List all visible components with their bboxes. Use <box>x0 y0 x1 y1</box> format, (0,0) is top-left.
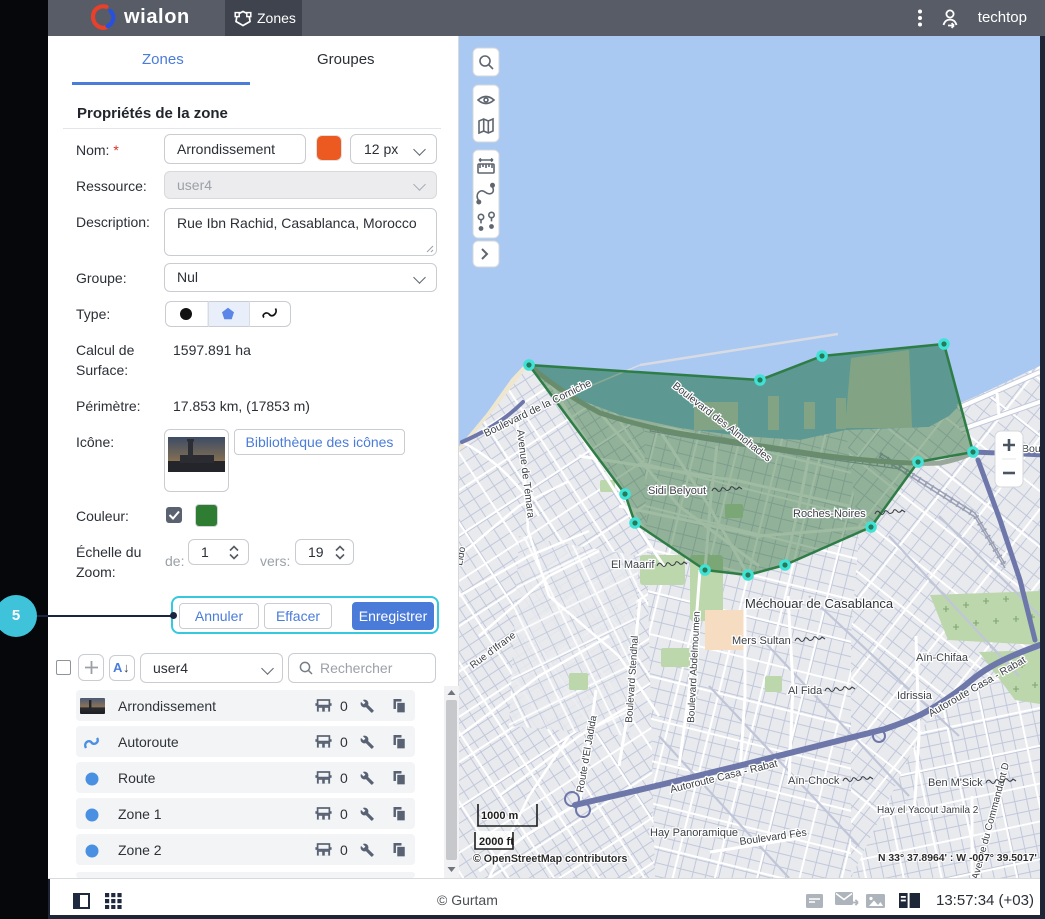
svg-text:Roches-Noires: Roches-Noires <box>793 508 866 520</box>
svg-text:Aïn-Chifaa: Aïn-Chifaa <box>916 652 969 664</box>
svg-text:Boule: Boule <box>1022 443 1040 455</box>
svg-text:2000 ft: 2000 ft <box>479 836 514 848</box>
svg-text:1000 m: 1000 m <box>481 810 519 822</box>
svg-text:Hay el Yacout Jamila 2: Hay el Yacout Jamila 2 <box>877 805 979 816</box>
svg-text:N 33° 37.8964' : W -007° 39.50: N 33° 37.8964' : W -007° 39.5017' <box>878 853 1037 864</box>
svg-text:El Maarif: El Maarif <box>611 559 655 571</box>
svg-text:Méchouar de Casablanca: Méchouar de Casablanca <box>745 596 894 611</box>
svg-text:Aïn-Chock: Aïn-Chock <box>788 775 840 787</box>
svg-text:Al Fida: Al Fida <box>788 685 823 697</box>
svg-text:Ben M'Sick: Ben M'Sick <box>928 777 983 789</box>
svg-text:Mers Sultan: Mers Sultan <box>732 635 791 647</box>
svg-text:© OpenStreetMap contributors: © OpenStreetMap contributors <box>473 853 627 865</box>
svg-text:Idrissia: Idrissia <box>897 690 933 702</box>
svg-text:Sidi Belyout: Sidi Belyout <box>648 485 706 497</box>
svg-text:Hay Panoramique: Hay Panoramique <box>650 827 738 839</box>
